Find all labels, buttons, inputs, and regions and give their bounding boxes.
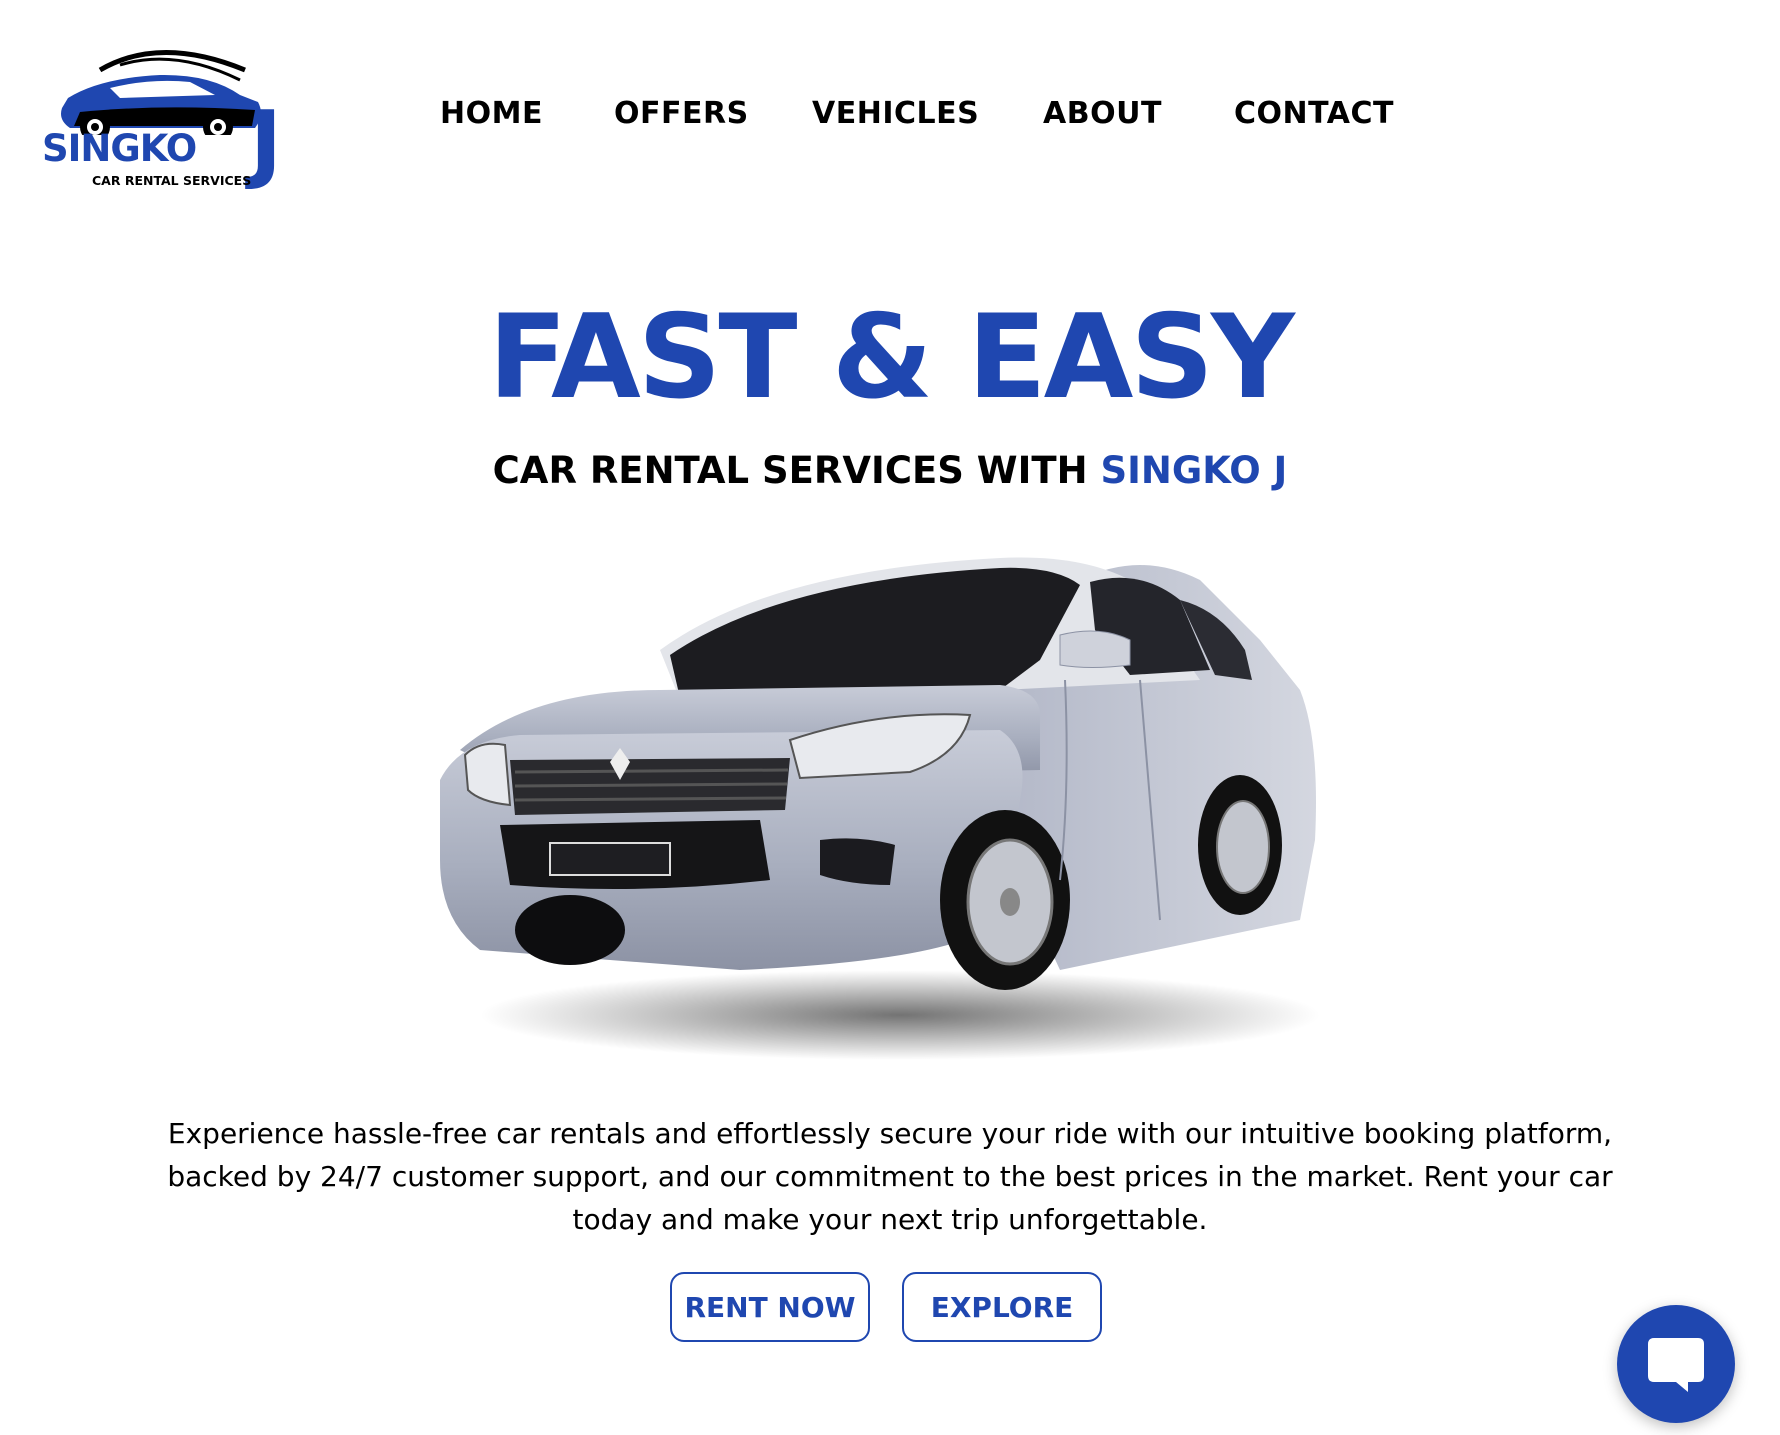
explore-button[interactable]: EXPLORE: [902, 1272, 1102, 1342]
nav-item-contact[interactable]: CONTACT: [1234, 96, 1394, 131]
rent-now-button[interactable]: RENT NOW: [670, 1272, 870, 1342]
hero-subtitle-accent: SINGKO J: [1100, 449, 1288, 492]
hero-subtitle: CAR RENTAL SERVICES WITH SINGKO J: [0, 449, 1780, 492]
brand-tagline: CAR RENTAL SERVICES: [92, 173, 252, 188]
hero-title: FAST & EASY: [488, 290, 1295, 425]
hero-subtitle-text: CAR RENTAL SERVICES WITH: [492, 449, 1101, 492]
nav-item-offers[interactable]: OFFERS: [614, 96, 749, 131]
nav-item-home[interactable]: HOME: [440, 96, 543, 131]
main-nav: HOME OFFERS VEHICLES ABOUT CONTACT: [0, 96, 1780, 136]
hero-description: Experience hassle-free car rentals and e…: [167, 1117, 1613, 1236]
nav-item-about[interactable]: ABOUT: [1043, 96, 1162, 131]
chat-launcher-button[interactable]: [1617, 1305, 1735, 1423]
nav-item-vehicles[interactable]: VEHICLES: [812, 96, 979, 131]
silver-sedan-image: [440, 557, 1320, 1060]
chat-bubble-icon: [1648, 1338, 1704, 1392]
